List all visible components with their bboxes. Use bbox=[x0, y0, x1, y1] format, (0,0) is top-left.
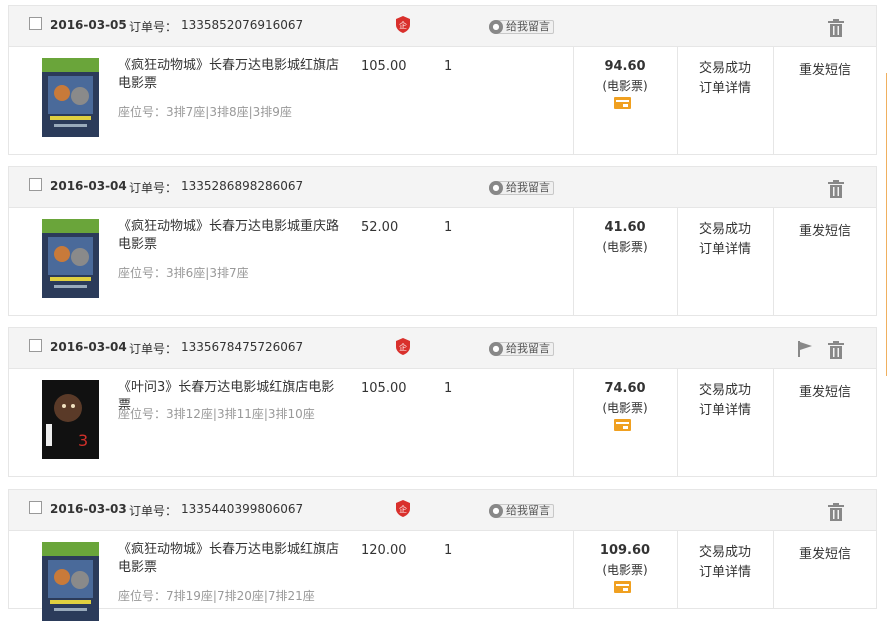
order-number-label: 订单号： bbox=[129, 181, 178, 195]
leave-message-label: 给我留言 bbox=[506, 504, 550, 517]
order-card: 2016-03-04 订单号： 1335678475726067 企 ● 给我留言… bbox=[8, 327, 877, 477]
order-number-label: 订单号： bbox=[129, 20, 178, 34]
leave-message-label: 给我留言 bbox=[506, 342, 550, 355]
quantity: 1 bbox=[444, 381, 453, 396]
order-body: 《疯狂动物城》长春万达电影城红旗店电影票 座位号：3排7座|3排8座|3排9座 … bbox=[9, 47, 876, 155]
status-column: 交易成功 订单详情 bbox=[677, 220, 773, 260]
message-icon: ● bbox=[489, 180, 503, 195]
leave-message-button[interactable]: ● 给我留言 bbox=[489, 341, 554, 356]
leave-message-button[interactable]: ● 给我留言 bbox=[489, 180, 554, 195]
flag-icon[interactable] bbox=[797, 341, 813, 357]
shield-icon: 企 bbox=[396, 16, 410, 33]
order-date: 2016-03-04 bbox=[50, 179, 127, 193]
leave-message-button[interactable]: ● 给我留言 bbox=[489, 19, 554, 34]
order-checkbox[interactable] bbox=[29, 339, 42, 352]
quantity: 1 bbox=[444, 543, 453, 558]
movie-poster[interactable] bbox=[42, 58, 99, 137]
ticket-type: (电影票) bbox=[602, 240, 648, 254]
message-icon: ● bbox=[489, 19, 503, 34]
svg-text:企: 企 bbox=[399, 342, 407, 352]
order-detail-link[interactable]: 订单详情 bbox=[677, 79, 773, 99]
trade-status: 交易成功 bbox=[698, 61, 751, 76]
status-column: 交易成功 订单详情 bbox=[677, 543, 773, 583]
order-date: 2016-03-03 bbox=[50, 502, 127, 516]
resend-sms-link[interactable]: 重发短信 bbox=[773, 381, 877, 400]
leave-message-label: 给我留言 bbox=[506, 181, 550, 194]
unit-price: 105.00 bbox=[361, 381, 407, 396]
trade-status: 交易成功 bbox=[698, 545, 751, 560]
seat-info: 座位号：3排7座|3排8座|3排9座 bbox=[118, 105, 292, 119]
order-body: 《疯狂动物城》长春万达电影城红旗店电影票 座位号：7排19座|7排20座|7排2… bbox=[9, 531, 877, 621]
seat-info: 座位号：3排6座|3排7座 bbox=[118, 266, 249, 280]
trade-status: 交易成功 bbox=[698, 383, 751, 398]
shield-icon: 企 bbox=[396, 338, 410, 355]
order-card: 2016-03-05 订单号： 1335852076916067 企 ● 给我留言… bbox=[8, 5, 877, 155]
order-number: 1335678475726067 bbox=[181, 340, 304, 354]
trash-icon[interactable] bbox=[827, 19, 845, 37]
order-total: 41.60 bbox=[604, 220, 646, 235]
order-header: 2016-03-03 订单号： 1335440399806067 企 ● 给我留言 bbox=[9, 490, 876, 531]
order-detail-link[interactable]: 订单详情 bbox=[677, 240, 773, 260]
message-icon: ● bbox=[489, 341, 503, 356]
movie-title-link[interactable]: 《疯狂动物城》长春万达电影城重庆路电影票 bbox=[118, 218, 343, 254]
pay-card-icon bbox=[614, 581, 631, 593]
order-date: 2016-03-04 bbox=[50, 340, 127, 354]
order-header: 2016-03-05 订单号： 1335852076916067 企 ● 给我留言 bbox=[9, 6, 876, 47]
quantity: 1 bbox=[444, 59, 453, 74]
pay-card-icon bbox=[614, 97, 631, 109]
movie-title-link[interactable]: 《疯狂动物城》长春万达电影城红旗店电影票 bbox=[118, 541, 343, 577]
order-checkbox[interactable] bbox=[29, 17, 42, 30]
order-detail-link[interactable]: 订单详情 bbox=[677, 401, 773, 421]
pay-card-icon bbox=[614, 419, 631, 431]
order-number: 1335286898286067 bbox=[181, 179, 304, 193]
leave-message-label: 给我留言 bbox=[506, 20, 550, 33]
order-number: 1335440399806067 bbox=[181, 502, 304, 516]
resend-sms-link[interactable]: 重发短信 bbox=[773, 220, 877, 239]
trash-icon[interactable] bbox=[827, 180, 845, 198]
side-scroll-indicator bbox=[886, 73, 887, 376]
svg-text:企: 企 bbox=[399, 20, 407, 30]
trash-icon[interactable] bbox=[827, 341, 845, 359]
ticket-type: (电影票) bbox=[602, 401, 648, 415]
ticket-type: (电影票) bbox=[602, 563, 648, 577]
shield-icon: 企 bbox=[396, 500, 410, 517]
status-column: 交易成功 订单详情 bbox=[677, 59, 773, 99]
order-checkbox[interactable] bbox=[29, 178, 42, 191]
quantity: 1 bbox=[444, 220, 453, 235]
message-icon: ● bbox=[489, 503, 503, 518]
movie-poster[interactable] bbox=[42, 542, 99, 621]
unit-price: 120.00 bbox=[361, 543, 407, 558]
order-card: 2016-03-04 订单号： 1335286898286067 ● 给我留言 《… bbox=[8, 166, 877, 316]
seat-info: 座位号：7排19座|7排20座|7排21座 bbox=[118, 589, 315, 603]
seat-info: 座位号：3排12座|3排11座|3排10座 bbox=[118, 407, 315, 421]
svg-text:企: 企 bbox=[399, 504, 407, 514]
order-detail-link[interactable]: 订单详情 bbox=[677, 563, 773, 583]
order-header: 2016-03-04 订单号： 1335286898286067 ● 给我留言 bbox=[9, 167, 876, 208]
order-checkbox[interactable] bbox=[29, 501, 42, 514]
order-number: 1335852076916067 bbox=[181, 18, 304, 32]
order-date: 2016-03-05 bbox=[50, 18, 127, 32]
unit-price: 52.00 bbox=[361, 220, 399, 235]
order-card: 2016-03-03 订单号： 1335440399806067 企 ● 给我留言… bbox=[8, 489, 877, 621]
svg-text:3: 3 bbox=[78, 431, 88, 450]
order-total: 109.60 bbox=[599, 543, 651, 558]
unit-price: 105.00 bbox=[361, 59, 407, 74]
resend-sms-link[interactable]: 重发短信 bbox=[773, 543, 877, 562]
movie-poster[interactable]: 3 bbox=[42, 380, 99, 459]
movie-poster[interactable] bbox=[42, 219, 99, 298]
status-column: 交易成功 订单详情 bbox=[677, 381, 773, 421]
movie-title-link[interactable]: 《疯狂动物城》长春万达电影城红旗店电影票 bbox=[118, 57, 343, 93]
order-total: 74.60 bbox=[604, 381, 646, 396]
order-body: 3 《叶问3》长春万达电影城红旗店电影票 座位号：3排12座|3排11座|3排1… bbox=[9, 369, 876, 477]
order-number-label: 订单号： bbox=[129, 342, 178, 356]
order-number-label: 订单号： bbox=[129, 504, 178, 518]
resend-sms-link[interactable]: 重发短信 bbox=[773, 59, 877, 78]
ticket-type: (电影票) bbox=[602, 79, 648, 93]
order-body: 《疯狂动物城》长春万达电影城重庆路电影票 座位号：3排6座|3排7座 52.00… bbox=[9, 208, 876, 316]
order-header: 2016-03-04 订单号： 1335678475726067 企 ● 给我留言 bbox=[9, 328, 876, 369]
trash-icon[interactable] bbox=[827, 503, 845, 521]
order-total: 94.60 bbox=[604, 59, 646, 74]
trade-status: 交易成功 bbox=[698, 222, 751, 237]
leave-message-button[interactable]: ● 给我留言 bbox=[489, 503, 554, 518]
